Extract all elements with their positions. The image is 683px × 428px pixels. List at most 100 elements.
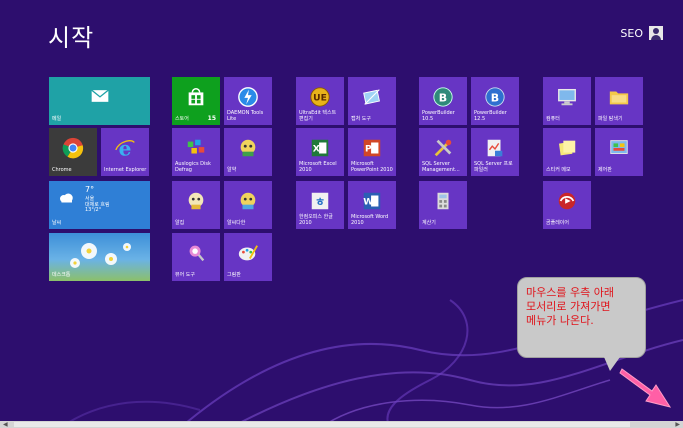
computer-icon: [558, 89, 576, 106]
powerbuilder-icon: B: [485, 87, 505, 107]
tile-label: 곰플레이어: [546, 220, 570, 226]
tile-alyac[interactable]: 알약: [224, 128, 272, 176]
pointer-arrow-icon: [619, 368, 672, 408]
tile-label: 파일 탐색기: [598, 116, 623, 122]
mail-icon: [90, 89, 109, 103]
tile-label: 스티커 메모: [546, 167, 571, 173]
tile-label: 알씨다한: [227, 220, 246, 226]
tile-powerbuilder-125[interactable]: B PowerBuilder 12.5: [471, 77, 519, 125]
mascot-icon: [240, 192, 256, 210]
cloud-icon: [60, 193, 73, 203]
tile-label: 그림판: [227, 272, 241, 278]
tile-label: 알약: [227, 167, 237, 173]
tile-label: 스토어: [175, 116, 189, 122]
tile-gom-player[interactable]: 곰플레이어: [543, 181, 591, 229]
gom-player-icon: [558, 192, 576, 210]
svg-text:ㅎ: ㅎ: [315, 196, 325, 209]
svg-text:B: B: [439, 92, 447, 105]
tile-chrome[interactable]: Chrome: [49, 128, 97, 176]
tooltip-text: 마우스를 우측 아래 모서리로 가져가면 메뉴가 나온다.: [526, 286, 614, 327]
word-icon: W: [363, 192, 381, 210]
tooltip-callout: 마우스를 우측 아래 모서리로 가져가면 메뉴가 나온다.: [517, 277, 646, 371]
tile-label: 메일: [52, 116, 62, 122]
powerbuilder-icon: B: [433, 87, 453, 107]
chrome-icon: [62, 138, 84, 159]
svg-text:W: W: [363, 197, 373, 208]
svg-text:B: B: [491, 92, 499, 105]
tile-label: SQL Server 프로 파일러: [474, 161, 513, 173]
hwp-icon: ㅎ: [311, 192, 329, 210]
tile-sql-server-profiler[interactable]: SQL Server 프로 파일러: [471, 128, 519, 176]
excel-icon: X: [311, 139, 329, 157]
tile-label: 뷰어 도구: [175, 272, 195, 278]
tile-label: Microsoft Excel 2010: [299, 161, 337, 173]
tile-mail[interactable]: 메일: [49, 77, 150, 125]
tile-label: 알집: [175, 220, 185, 226]
tile-label: 계산기: [422, 220, 436, 226]
tile-label: Auslogics Disk Defrag: [175, 161, 211, 173]
user-name: SEO: [620, 26, 643, 40]
tile-snipping-tool[interactable]: 캡처 도구: [348, 77, 396, 125]
viewer-icon: [189, 245, 205, 262]
scroll-left-icon[interactable]: ◀: [3, 421, 8, 428]
tile-sql-server-management[interactable]: SQL Server Management...: [419, 128, 467, 176]
tile-calculator[interactable]: 계산기: [419, 181, 467, 229]
scroll-thumb[interactable]: [14, 422, 630, 427]
tile-sticky-notes[interactable]: 스티커 메모: [543, 128, 591, 176]
scroll-right-icon[interactable]: ▶: [675, 421, 680, 428]
store-bag-icon: [188, 88, 204, 106]
tile-ultraedit[interactable]: UE UltraEdit 텍스트 편집기: [296, 77, 344, 125]
tile-computer[interactable]: 컴퓨터: [543, 77, 591, 125]
user-account[interactable]: SEO: [620, 26, 663, 40]
tile-internet-explorer[interactable]: e Internet Explorer: [101, 128, 149, 176]
tile-store[interactable]: 스토어 15: [172, 77, 220, 125]
tile-label: SQL Server Management...: [422, 161, 460, 173]
powerpoint-icon: P: [363, 139, 381, 157]
tile-hwp[interactable]: ㅎ 한컴오피스 한글 2010: [296, 181, 344, 229]
svg-text:X: X: [313, 144, 320, 155]
tile-alsee[interactable]: 알씨다한: [224, 181, 272, 229]
weather-range: 13°/2°: [85, 207, 102, 213]
profiler-icon: [487, 139, 503, 157]
mascot-icon: [188, 192, 204, 210]
tile-alzip[interactable]: 알집: [172, 181, 220, 229]
svg-text:P: P: [365, 144, 372, 155]
lightning-icon: [238, 87, 258, 108]
tile-viewer-tool[interactable]: 뷰어 도구: [172, 233, 220, 281]
tile-control-panel[interactable]: 제어판: [595, 128, 643, 176]
tile-label: 제어판: [598, 167, 612, 173]
tile-label: Microsoft PowerPoint 2010: [351, 161, 393, 173]
control-panel-icon: [610, 140, 628, 155]
paint-palette-icon: [238, 245, 258, 261]
horizontal-scrollbar[interactable]: ◀ ▶: [0, 421, 683, 428]
folder-icon: [609, 91, 629, 105]
tile-desktop[interactable]: 데스크톱: [49, 233, 150, 281]
page-title: 시작: [48, 24, 95, 52]
weather-temp: 7°: [85, 185, 95, 194]
mascot-icon: [240, 139, 256, 157]
internet-explorer-icon: e: [115, 137, 135, 159]
avatar: [649, 26, 663, 40]
tile-paint[interactable]: 그림판: [224, 233, 272, 281]
tile-auslogics-defrag[interactable]: Auslogics Disk Defrag: [172, 128, 220, 176]
tile-powerpoint[interactable]: P Microsoft PowerPoint 2010: [348, 128, 396, 176]
tile-daemon-tools[interactable]: DAEMON Tools Lite: [224, 77, 272, 125]
tile-excel[interactable]: X Microsoft Excel 2010: [296, 128, 344, 176]
ultraedit-icon: UE: [310, 87, 330, 107]
tile-label: 날씨: [52, 220, 62, 226]
snipping-tool-icon: [363, 89, 380, 105]
tile-label: 캡처 도구: [351, 116, 371, 122]
tile-label: PowerBuilder 12.5: [474, 110, 507, 122]
tile-label: PowerBuilder 10.5: [422, 110, 455, 122]
tile-label: 데스크톱: [52, 272, 71, 278]
tile-label: Internet Explorer: [104, 167, 147, 173]
store-badge: 15: [207, 115, 216, 122]
tile-file-explorer[interactable]: 파일 탐색기: [595, 77, 643, 125]
tile-powerbuilder-105[interactable]: B PowerBuilder 10.5: [419, 77, 467, 125]
sticky-note-icon: [558, 140, 576, 156]
sql-tools-icon: [434, 139, 452, 157]
tile-label: 컴퓨터: [546, 116, 560, 122]
tile-label: DAEMON Tools Lite: [227, 110, 264, 122]
tile-weather[interactable]: 7° 서울 대체로 흐림 13°/2° 날씨: [49, 181, 150, 229]
tile-word[interactable]: W Microsoft Word 2010: [348, 181, 396, 229]
